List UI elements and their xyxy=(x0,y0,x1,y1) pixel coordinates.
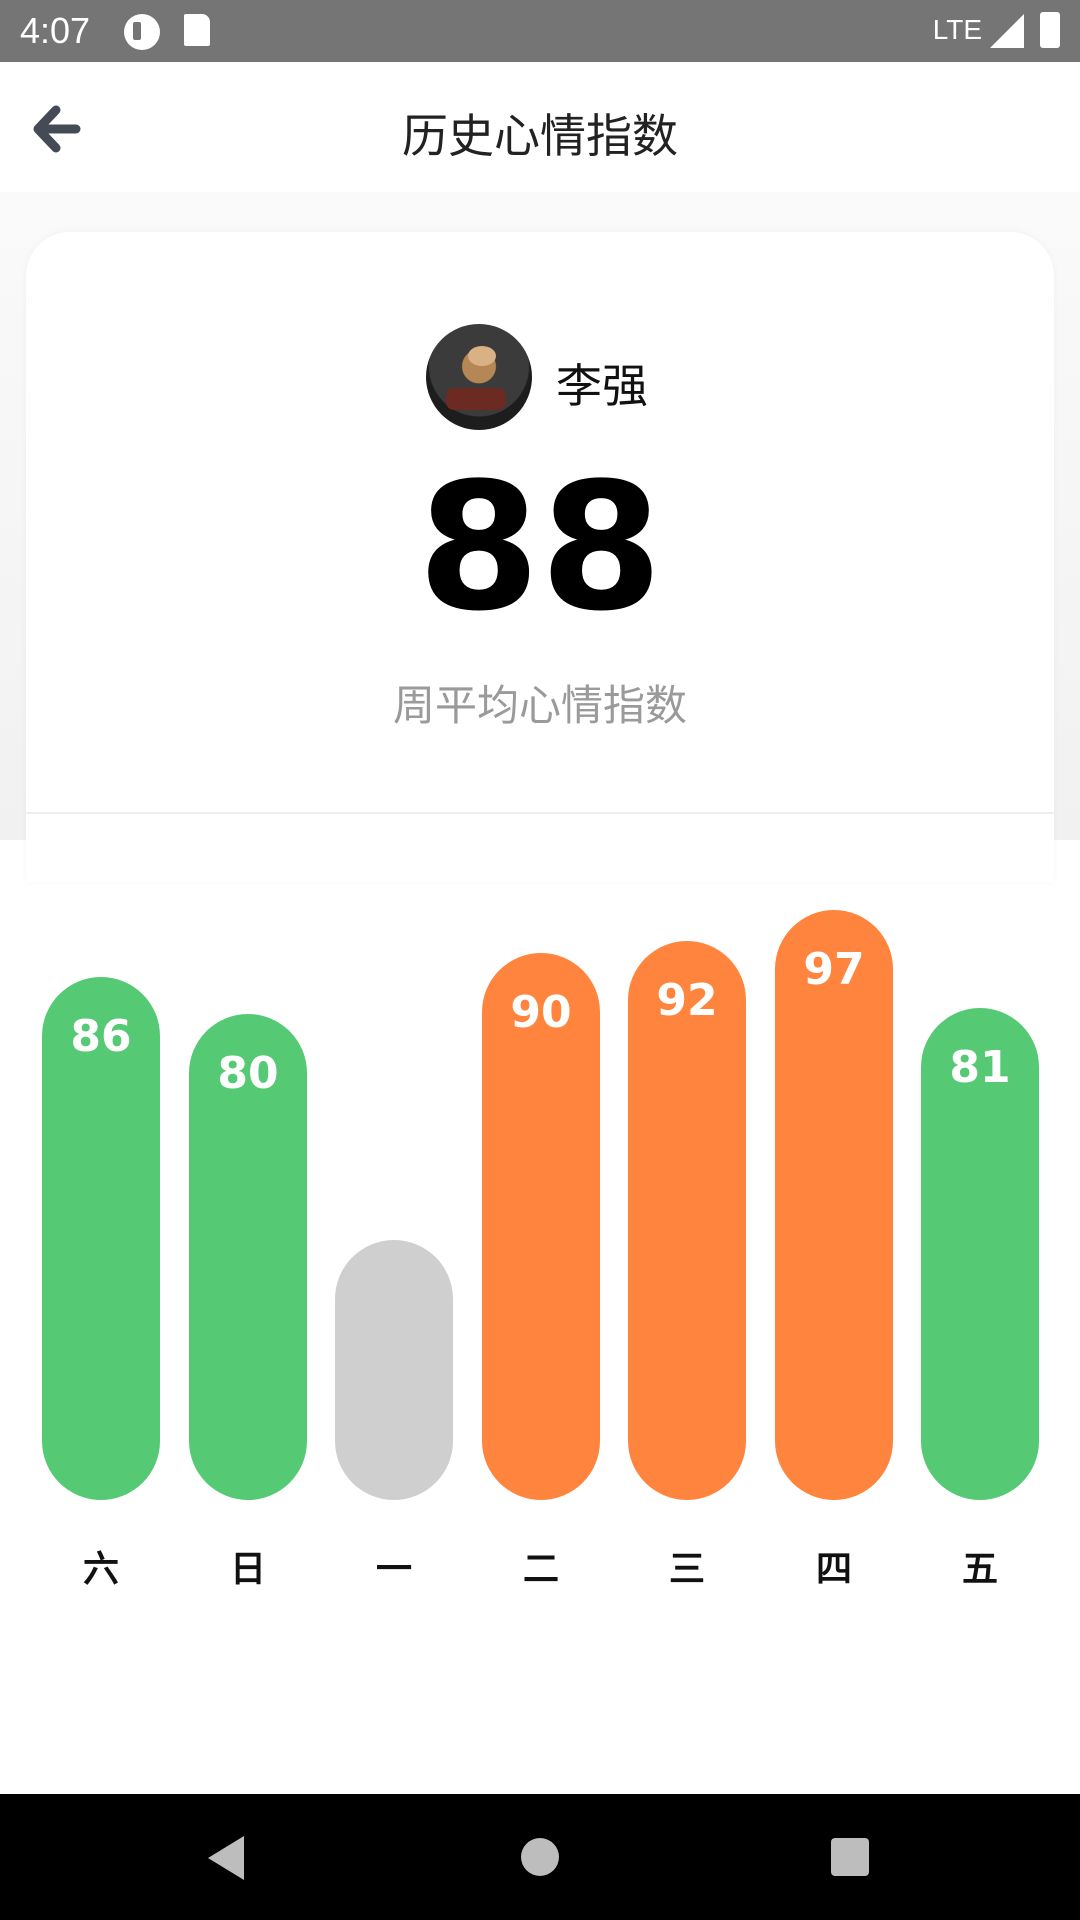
user-name: 李强 xyxy=(556,359,648,413)
chart-day-label: 六 xyxy=(82,1549,119,1590)
chart-bar-value: 80 xyxy=(217,1047,279,1099)
chart-day-label: 一 xyxy=(375,1549,412,1590)
chart-bar-value: 86 xyxy=(70,1011,132,1063)
sd-card-icon xyxy=(184,14,210,46)
page-title: 历史心情指数 xyxy=(402,109,678,163)
signal-icon xyxy=(990,14,1024,48)
chart-day-label: 日 xyxy=(229,1549,266,1590)
chart-day-label: 三 xyxy=(668,1549,705,1590)
chart-bar-value: 97 xyxy=(803,944,865,995)
battery-icon xyxy=(1040,12,1060,48)
status-time: 4:07 xyxy=(20,10,91,51)
home-circle-icon[interactable] xyxy=(521,1838,559,1876)
recents-square-icon[interactable] xyxy=(831,1838,869,1876)
chart-day-label: 二 xyxy=(522,1549,559,1590)
weekly-average-score: 88 xyxy=(417,445,663,650)
network-type: LTE xyxy=(932,14,982,45)
app-bar: 历史心情指数 xyxy=(0,62,1080,192)
notification-app-icon xyxy=(124,14,160,50)
chart-day-label: 四 xyxy=(815,1549,852,1590)
divider xyxy=(26,812,1054,814)
chart-bar-value: 81 xyxy=(949,1041,1011,1093)
chart-bar-2 xyxy=(335,1240,453,1500)
weekly-average-label: 周平均心情指数 xyxy=(392,681,687,730)
back-triangle-icon[interactable] xyxy=(208,1836,244,1880)
chart-bar-value: 92 xyxy=(656,974,718,1026)
chart-bar-value: 90 xyxy=(510,986,572,1038)
chart-day-label: 五 xyxy=(961,1549,998,1590)
status-bar: 4:07 LTE xyxy=(0,0,1080,62)
mood-bar-chart: 86 六 80 日 一 90 二 92 三 97 四 81 五 xyxy=(0,840,1080,1620)
chart-bar-5 xyxy=(775,910,893,1500)
system-nav-bar xyxy=(0,1794,1080,1920)
avatar xyxy=(426,324,532,430)
